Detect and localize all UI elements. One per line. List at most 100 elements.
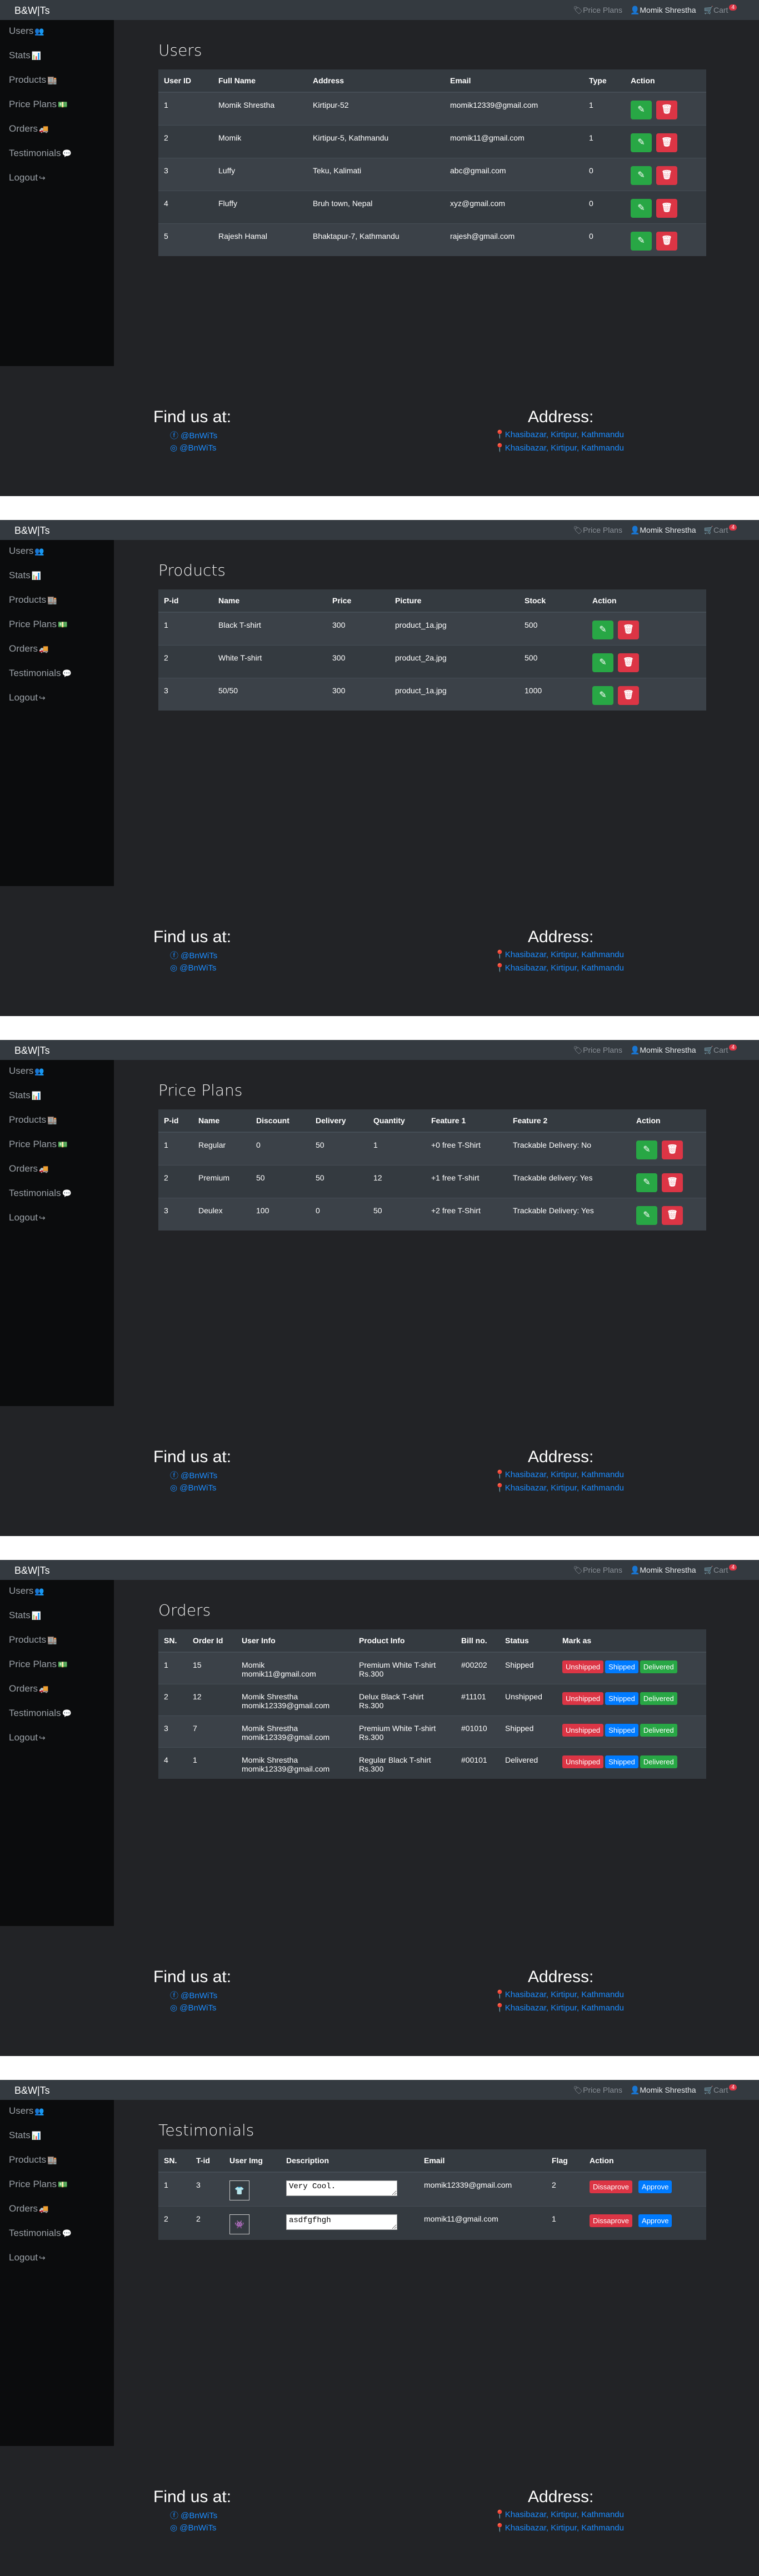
nav-cart-link[interactable]: 🛒Cart 4	[704, 524, 737, 535]
edit-button[interactable]: ✎	[592, 621, 613, 639]
delete-button[interactable]: 🗑	[662, 1173, 683, 1192]
facebook-link[interactable]: ⓕ @BnWiTs	[170, 1989, 217, 2001]
facebook-link[interactable]: ⓕ @BnWiTs	[170, 2509, 217, 2521]
edit-button[interactable]: ✎	[631, 101, 652, 119]
approve-button[interactable]: Approve	[638, 2214, 672, 2227]
delete-button[interactable]: 🗑	[618, 621, 639, 639]
sidebar-item-price-plans[interactable]: Price Plans 💵	[0, 2173, 114, 2198]
mark-unshipped-button[interactable]: Unshipped	[562, 1660, 604, 1673]
mark-shipped-button[interactable]: Shipped	[605, 1660, 638, 1673]
disapprove-button[interactable]: Dissaprove	[590, 2214, 633, 2227]
nav-price-plans-link[interactable]: 🏷Price Plans	[573, 526, 622, 535]
sidebar-item-logout[interactable]: Logout ↪	[0, 1727, 114, 1751]
mark-delivered-button[interactable]: Delivered	[640, 1692, 677, 1705]
nav-cart-link[interactable]: 🛒Cart 4	[704, 2084, 737, 2095]
brand-logo[interactable]: B&W|Ts	[14, 2085, 50, 2097]
edit-button[interactable]: ✎	[592, 653, 613, 672]
nav-price-plans-link[interactable]: 🏷Price Plans	[573, 6, 622, 15]
description-textarea[interactable]: asdfgfhgh	[286, 2214, 397, 2230]
sidebar-item-products[interactable]: Products 🏬	[0, 1109, 114, 1133]
sidebar-item-price-plans[interactable]: Price Plans 💵	[0, 613, 114, 638]
sidebar-item-orders[interactable]: Orders 🚚	[0, 118, 114, 142]
sidebar-item-orders[interactable]: Orders 🚚	[0, 638, 114, 662]
sidebar-item-testimonials[interactable]: Testimonials 💬	[0, 1702, 114, 1727]
edit-button[interactable]: ✎	[636, 1206, 657, 1225]
delete-button[interactable]: 🗑	[656, 199, 677, 218]
sidebar-item-logout[interactable]: Logout ↪	[0, 1207, 114, 1231]
sidebar-item-products[interactable]: Products 🏬	[0, 69, 114, 93]
address-link-1[interactable]: 📍Khasibazar, Kirtipur, Kathmandu	[495, 1469, 624, 1479]
delete-button[interactable]: 🗑	[618, 653, 639, 672]
address-link-2[interactable]: 📍Khasibazar, Kirtipur, Kathmandu	[495, 2003, 624, 2013]
sidebar-item-price-plans[interactable]: Price Plans 💵	[0, 1653, 114, 1678]
instagram-link[interactable]: ◎ @BnWiTs	[170, 1483, 216, 1493]
sidebar-item-products[interactable]: Products 🏬	[0, 2149, 114, 2173]
sidebar-item-logout[interactable]: Logout ↪	[0, 2247, 114, 2271]
sidebar-item-users[interactable]: Users 👥	[0, 2100, 114, 2124]
edit-button[interactable]: ✎	[636, 1173, 657, 1192]
edit-button[interactable]: ✎	[631, 199, 652, 218]
address-link-2[interactable]: 📍Khasibazar, Kirtipur, Kathmandu	[495, 963, 624, 973]
address-link-2[interactable]: 📍Khasibazar, Kirtipur, Kathmandu	[495, 1483, 624, 1493]
sidebar-item-orders[interactable]: Orders 🚚	[0, 1158, 114, 1182]
address-link-2[interactable]: 📍Khasibazar, Kirtipur, Kathmandu	[495, 2523, 624, 2533]
mark-shipped-button[interactable]: Shipped	[605, 1724, 638, 1737]
address-link-2[interactable]: 📍Khasibazar, Kirtipur, Kathmandu	[495, 443, 624, 453]
delete-button[interactable]: 🗑	[656, 232, 677, 251]
mark-delivered-button[interactable]: Delivered	[640, 1755, 677, 1768]
mark-unshipped-button[interactable]: Unshipped	[562, 1724, 604, 1737]
sidebar-item-products[interactable]: Products 🏬	[0, 1629, 114, 1653]
sidebar-item-testimonials[interactable]: Testimonials 💬	[0, 142, 114, 167]
instagram-link[interactable]: ◎ @BnWiTs	[170, 443, 216, 453]
brand-logo[interactable]: B&W|Ts	[14, 525, 50, 537]
sidebar-item-price-plans[interactable]: Price Plans 💵	[0, 1133, 114, 1158]
brand-logo[interactable]: B&W|Ts	[14, 1045, 50, 1057]
nav-user-link[interactable]: 👤Momik Shrestha	[630, 1565, 696, 1575]
sidebar-item-orders[interactable]: Orders 🚚	[0, 1678, 114, 1702]
instagram-link[interactable]: ◎ @BnWiTs	[170, 2003, 216, 2013]
nav-cart-link[interactable]: 🛒Cart 4	[704, 1564, 737, 1575]
edit-button[interactable]: ✎	[631, 232, 652, 251]
sidebar-item-stats[interactable]: Stats 📊	[0, 44, 114, 69]
address-link-1[interactable]: 📍Khasibazar, Kirtipur, Kathmandu	[495, 1989, 624, 1999]
sidebar-item-stats[interactable]: Stats 📊	[0, 2124, 114, 2149]
delete-button[interactable]: 🗑	[656, 133, 677, 152]
nav-user-link[interactable]: 👤Momik Shrestha	[630, 526, 696, 535]
mark-shipped-button[interactable]: Shipped	[605, 1755, 638, 1768]
mark-delivered-button[interactable]: Delivered	[640, 1660, 677, 1673]
nav-user-link[interactable]: 👤Momik Shrestha	[630, 2085, 696, 2095]
sidebar-item-stats[interactable]: Stats 📊	[0, 564, 114, 589]
nav-price-plans-link[interactable]: 🏷Price Plans	[573, 1565, 622, 1575]
sidebar-item-testimonials[interactable]: Testimonials 💬	[0, 2222, 114, 2247]
nav-price-plans-link[interactable]: 🏷Price Plans	[573, 2085, 622, 2095]
sidebar-item-users[interactable]: Users 👥	[0, 1060, 114, 1084]
edit-button[interactable]: ✎	[631, 133, 652, 152]
delete-button[interactable]: 🗑	[618, 686, 639, 705]
mark-shipped-button[interactable]: Shipped	[605, 1692, 638, 1705]
sidebar-item-testimonials[interactable]: Testimonials 💬	[0, 662, 114, 687]
sidebar-item-logout[interactable]: Logout ↪	[0, 687, 114, 711]
sidebar-item-orders[interactable]: Orders 🚚	[0, 2198, 114, 2222]
mark-unshipped-button[interactable]: Unshipped	[562, 1755, 604, 1768]
sidebar-item-stats[interactable]: Stats 📊	[0, 1084, 114, 1109]
sidebar-item-users[interactable]: Users 👥	[0, 20, 114, 44]
nav-user-link[interactable]: 👤Momik Shrestha	[630, 1046, 696, 1055]
address-link-1[interactable]: 📍Khasibazar, Kirtipur, Kathmandu	[495, 429, 624, 439]
edit-button[interactable]: ✎	[636, 1141, 657, 1159]
sidebar-item-price-plans[interactable]: Price Plans 💵	[0, 93, 114, 118]
facebook-link[interactable]: ⓕ @BnWiTs	[170, 429, 217, 441]
sidebar-item-logout[interactable]: Logout ↪	[0, 167, 114, 191]
sidebar-item-products[interactable]: Products 🏬	[0, 589, 114, 613]
facebook-link[interactable]: ⓕ @BnWiTs	[170, 949, 217, 961]
mark-delivered-button[interactable]: Delivered	[640, 1724, 677, 1737]
nav-price-plans-link[interactable]: 🏷Price Plans	[573, 1046, 622, 1055]
delete-button[interactable]: 🗑	[656, 101, 677, 119]
instagram-link[interactable]: ◎ @BnWiTs	[170, 963, 216, 973]
sidebar-item-users[interactable]: Users 👥	[0, 1580, 114, 1604]
nav-user-link[interactable]: 👤Momik Shrestha	[630, 6, 696, 15]
approve-button[interactable]: Approve	[638, 2180, 672, 2193]
nav-cart-link[interactable]: 🛒Cart 4	[704, 1044, 737, 1055]
delete-button[interactable]: 🗑	[662, 1141, 683, 1159]
facebook-link[interactable]: ⓕ @BnWiTs	[170, 1469, 217, 1481]
instagram-link[interactable]: ◎ @BnWiTs	[170, 2523, 216, 2533]
